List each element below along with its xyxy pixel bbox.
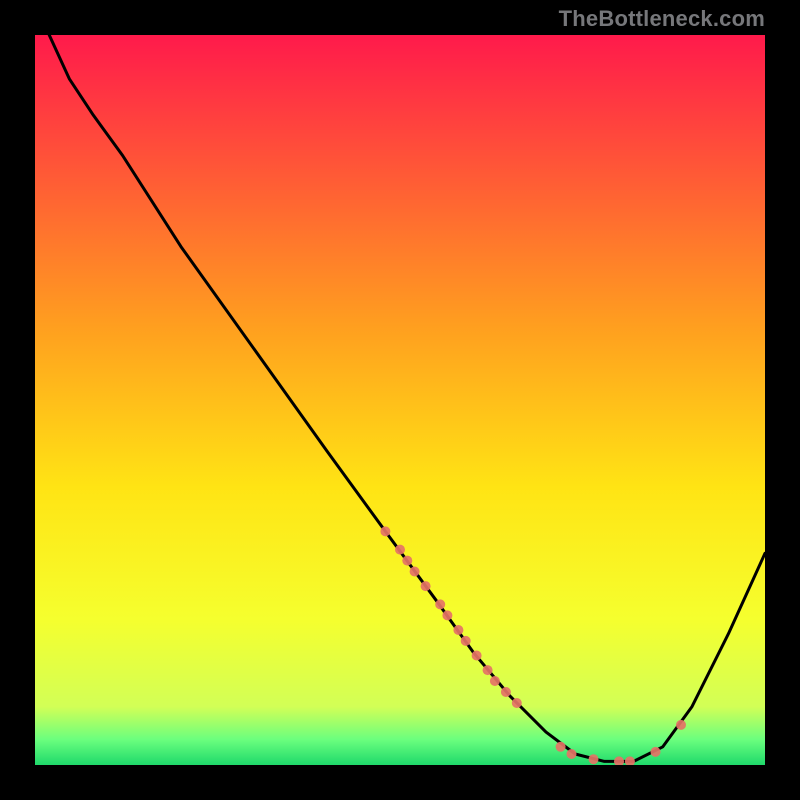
data-point — [442, 610, 452, 620]
data-point — [483, 665, 493, 675]
data-point — [402, 556, 412, 566]
figure-container: TheBottleneck.com — [0, 0, 800, 800]
gradient-background — [35, 35, 765, 765]
watermark-text: TheBottleneck.com — [559, 6, 765, 32]
data-point — [490, 676, 500, 686]
data-point — [395, 545, 405, 555]
data-point — [453, 625, 463, 635]
plot-area — [35, 35, 765, 765]
data-point — [421, 581, 431, 591]
data-point — [472, 651, 482, 661]
data-point — [676, 720, 686, 730]
data-point — [651, 747, 661, 757]
data-point — [501, 687, 511, 697]
data-point — [461, 636, 471, 646]
data-point — [380, 526, 390, 536]
chart-svg — [35, 35, 765, 765]
data-point — [410, 567, 420, 577]
data-point — [556, 742, 566, 752]
data-point — [435, 599, 445, 609]
data-point — [567, 749, 577, 759]
data-point — [512, 698, 522, 708]
data-point — [589, 754, 599, 764]
